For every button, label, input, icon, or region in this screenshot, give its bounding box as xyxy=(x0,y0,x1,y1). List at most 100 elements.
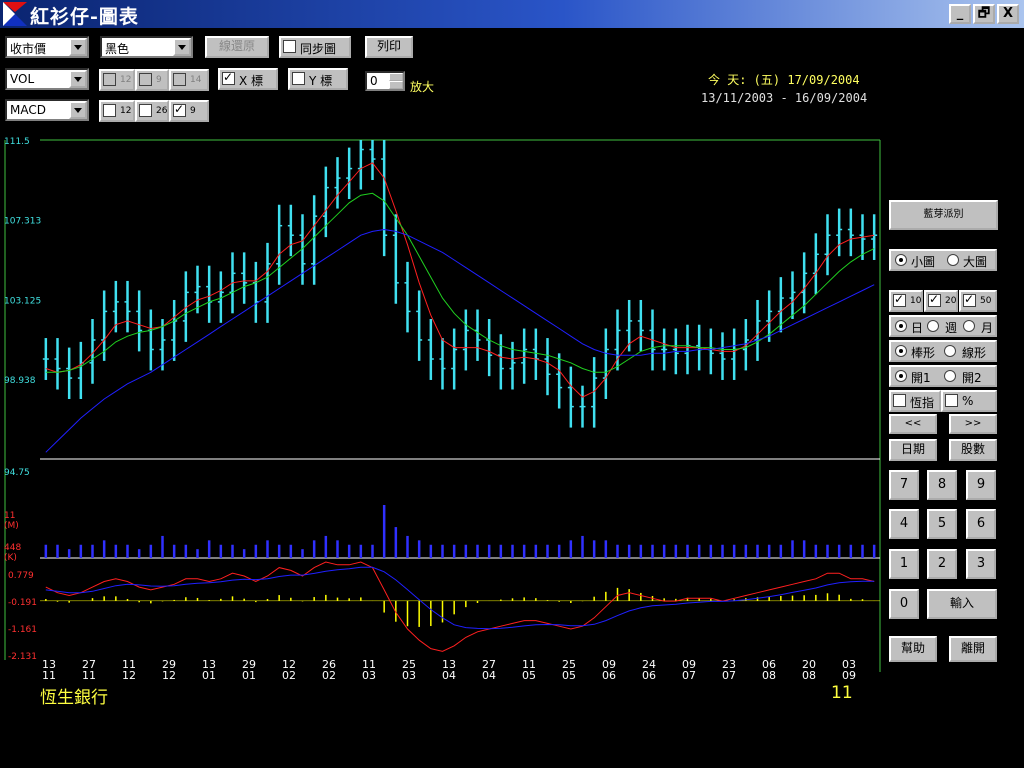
next-button[interactable]: >> xyxy=(949,414,997,434)
ma-line-10 xyxy=(45,162,875,398)
vol-param-1-label: 12 xyxy=(120,75,132,85)
key-5[interactable]: 5 xyxy=(927,509,957,539)
key-6[interactable]: 6 xyxy=(966,509,996,539)
macd-param-3[interactable]: 9 xyxy=(169,100,209,122)
category-button[interactable]: 藍芽派別 xyxy=(889,200,998,230)
key-3[interactable]: 3 xyxy=(966,549,996,579)
restore-button[interactable]: 🗗 xyxy=(973,4,995,24)
zoom-label: 放大 xyxy=(410,80,435,94)
x-axis-checkbox[interactable]: X 標 xyxy=(218,68,278,90)
daily-label: 日 xyxy=(911,321,924,335)
ma-line-20 xyxy=(45,192,875,373)
enter-button[interactable]: 輸入 xyxy=(927,589,997,619)
large-chart-radio[interactable] xyxy=(947,254,959,266)
small-chart-label: 小圖 xyxy=(911,255,936,269)
ma-line-50 xyxy=(45,228,875,453)
key-7[interactable]: 7 xyxy=(889,470,919,500)
exit-button[interactable]: 離開 xyxy=(949,636,997,662)
indicator2-select[interactable]: MACD xyxy=(5,99,89,121)
y-axis-checkbox-box[interactable] xyxy=(292,72,305,85)
vol-param-2[interactable]: 9 xyxy=(135,69,169,91)
price-select[interactable]: 收市價 xyxy=(5,36,89,58)
macd-param-3-box[interactable] xyxy=(173,102,186,117)
percent-box[interactable] xyxy=(945,394,958,407)
sync-chart-checkbox[interactable]: 同步圖 xyxy=(279,36,351,58)
vol-param-3[interactable]: 14 xyxy=(169,69,209,91)
index-label: 恆指 xyxy=(910,396,935,410)
date-button[interactable]: 日期 xyxy=(889,439,937,461)
x-tick-month-label: 03 xyxy=(362,669,376,682)
x-axis-checkbox-box[interactable] xyxy=(222,70,235,85)
key-9[interactable]: 9 xyxy=(966,470,996,500)
x-tick-day-label: 25 xyxy=(562,658,576,671)
x-tick-day-label: 20 xyxy=(802,658,816,671)
prev-button[interactable]: << xyxy=(889,414,937,434)
chevron-down-icon[interactable] xyxy=(173,38,191,56)
ma20-checkbox[interactable]: 20 xyxy=(924,290,958,312)
index-checkbox[interactable]: 恆指 xyxy=(889,390,941,412)
macd-param-2[interactable]: 26 xyxy=(135,100,169,122)
stock-count-button[interactable]: 股數 xyxy=(949,439,997,461)
macd-param-1-box[interactable] xyxy=(103,104,116,117)
sync-chart-label: 同步圖 xyxy=(300,42,337,56)
macd-tick-label: 0.779 xyxy=(8,571,34,581)
chevron-down-icon[interactable] xyxy=(69,38,87,56)
ma20-box[interactable] xyxy=(928,292,941,307)
help-button[interactable]: 幫助 xyxy=(889,636,937,662)
monthly-radio[interactable] xyxy=(963,320,975,332)
vol-param-1[interactable]: 12 xyxy=(99,69,135,91)
chevron-down-icon[interactable] xyxy=(69,70,87,88)
macd-param-3-label: 9 xyxy=(190,106,196,116)
weekly-radio[interactable] xyxy=(927,320,939,332)
small-chart-radio[interactable] xyxy=(895,254,907,266)
open1-radio[interactable] xyxy=(895,370,907,382)
open2-label: 開2 xyxy=(962,371,982,385)
x-tick-day-label: 06 xyxy=(762,658,776,671)
reset-lines-button[interactable]: 線還原 xyxy=(205,36,269,58)
x-tick-month-label: 07 xyxy=(682,669,696,682)
open2-radio[interactable] xyxy=(944,370,956,382)
daily-radio[interactable] xyxy=(895,320,907,332)
monthly-label: 月 xyxy=(981,321,994,335)
key-4[interactable]: 4 xyxy=(889,509,919,539)
key-2[interactable]: 2 xyxy=(927,549,957,579)
zoom-value: 0 xyxy=(370,74,378,88)
vol-param-3-box[interactable] xyxy=(173,73,186,86)
index-box[interactable] xyxy=(893,394,906,407)
macd-param-1[interactable]: 12 xyxy=(99,100,135,122)
ma50-checkbox[interactable]: 50 xyxy=(959,290,997,312)
ma50-box[interactable] xyxy=(963,292,976,307)
key-0[interactable]: 0 xyxy=(889,589,919,619)
key-8[interactable]: 8 xyxy=(927,470,957,500)
x-tick-month-label: 01 xyxy=(242,669,256,682)
spin-down-icon[interactable] xyxy=(389,81,403,89)
key-1[interactable]: 1 xyxy=(889,549,919,579)
minimize-button[interactable]: _ xyxy=(949,4,971,24)
macd-param-2-box[interactable] xyxy=(139,104,152,117)
zoom-spinner[interactable]: 0 xyxy=(365,71,405,91)
x-tick-day-label: 24 xyxy=(642,658,656,671)
line-chart-radio[interactable] xyxy=(944,345,956,357)
open-mode-group: 開1 開2 xyxy=(889,365,997,387)
ma10-checkbox[interactable]: 10 xyxy=(889,290,923,312)
weekly-label: 週 xyxy=(945,321,958,335)
print-button[interactable]: 列印 xyxy=(365,36,413,58)
macd-signal-line xyxy=(45,566,875,630)
x-tick-month-label: 09 xyxy=(842,669,856,682)
color-select[interactable]: 黑色 xyxy=(100,36,193,58)
close-window-button[interactable]: X xyxy=(997,4,1019,24)
y-axis-checkbox[interactable]: Y 標 xyxy=(288,68,348,90)
sync-checkbox-box[interactable] xyxy=(283,40,296,53)
chart-size-group: 小圖 大圖 xyxy=(889,249,997,271)
bar-chart-label: 棒形 xyxy=(911,346,936,360)
bar-chart-radio[interactable] xyxy=(895,345,907,357)
vol-param-2-box[interactable] xyxy=(139,73,152,86)
vol-param-1-box[interactable] xyxy=(103,73,116,86)
x-tick-month-label: 08 xyxy=(802,669,816,682)
volume-tick-label: (M) xyxy=(4,521,19,531)
indicator1-select[interactable]: VOL xyxy=(5,68,89,90)
ma10-box[interactable] xyxy=(893,292,906,307)
spin-up-icon[interactable] xyxy=(389,73,403,81)
percent-checkbox[interactable]: % xyxy=(941,390,997,412)
chevron-down-icon[interactable] xyxy=(69,101,87,119)
